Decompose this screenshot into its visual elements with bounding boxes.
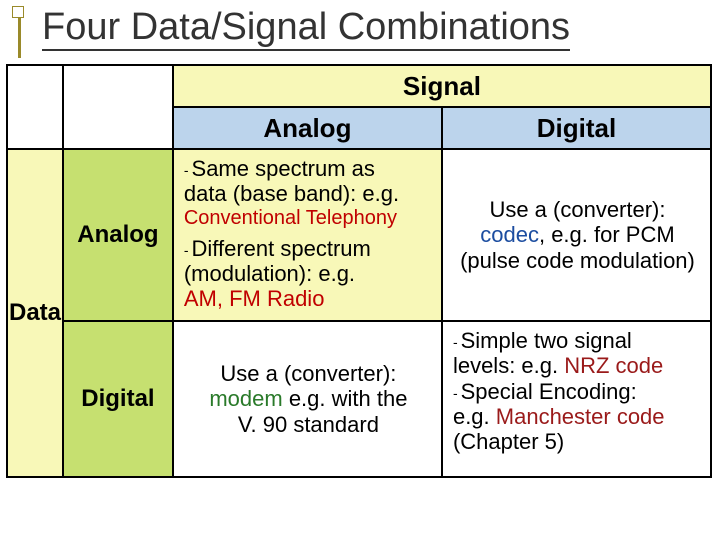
cell-text: AM, FM Radio	[184, 286, 325, 311]
title-bullet-bar	[18, 18, 21, 58]
cell-analog-digital: Use a (converter): codec, e.g. for PCM (…	[442, 149, 711, 321]
cell-text: (pulse code modulation)	[453, 248, 702, 273]
cell-text: Use a (converter):	[184, 361, 433, 386]
col-header-digital: Digital	[442, 107, 711, 149]
cell-analog-analog: -Same spectrum as data (base band): e.g.…	[173, 149, 442, 321]
row-header-analog: Analog	[63, 149, 173, 321]
cell-text: e.g.	[453, 404, 496, 429]
cell-text: NRZ code	[564, 353, 663, 378]
dash-icon: -	[184, 242, 189, 258]
row-header-digital: Digital	[63, 321, 173, 477]
cell-text: codec	[480, 222, 539, 247]
cell-text: data (base band): e.g.	[184, 181, 433, 206]
cell-text: Conventional Telephony	[184, 207, 397, 229]
dash-icon: -	[453, 385, 458, 401]
dash-icon: -	[453, 334, 458, 350]
corner-blank	[7, 65, 63, 149]
dash-icon: -	[184, 162, 189, 178]
cell-text: e.g. with the	[283, 386, 408, 411]
cell-text: V. 90 standard	[184, 412, 433, 437]
cell-text: (modulation): e.g.	[184, 261, 433, 286]
cell-text: Use a (converter):	[453, 197, 702, 222]
cell-text: Different spectrum	[192, 236, 371, 261]
corner-blank-2	[63, 65, 173, 149]
col-header-analog: Analog	[173, 107, 442, 149]
cell-text: (Chapter 5)	[453, 429, 702, 454]
page-title: Four Data/Signal Combinations	[36, 6, 720, 50]
cell-digital-digital: -Simple two signal levels: e.g. NRZ code…	[442, 321, 711, 477]
col-group-header: Signal	[173, 65, 711, 107]
cell-digital-analog: Use a (converter): modem e.g. with the V…	[173, 321, 442, 477]
cell-text: , e.g. for PCM	[539, 222, 675, 247]
cell-text: Manchester code	[496, 404, 665, 429]
cell-text: modem	[209, 386, 282, 411]
cell-text: levels: e.g.	[453, 353, 564, 378]
row-group-header: Data	[7, 149, 63, 477]
cell-text: Same spectrum as	[192, 156, 375, 181]
cell-text: Special Encoding:	[461, 379, 637, 404]
cell-text: Simple two signal	[461, 328, 632, 353]
title-bullet-square	[12, 6, 24, 18]
matrix-table: Signal Analog Digital Data Analog -Same …	[6, 64, 712, 478]
